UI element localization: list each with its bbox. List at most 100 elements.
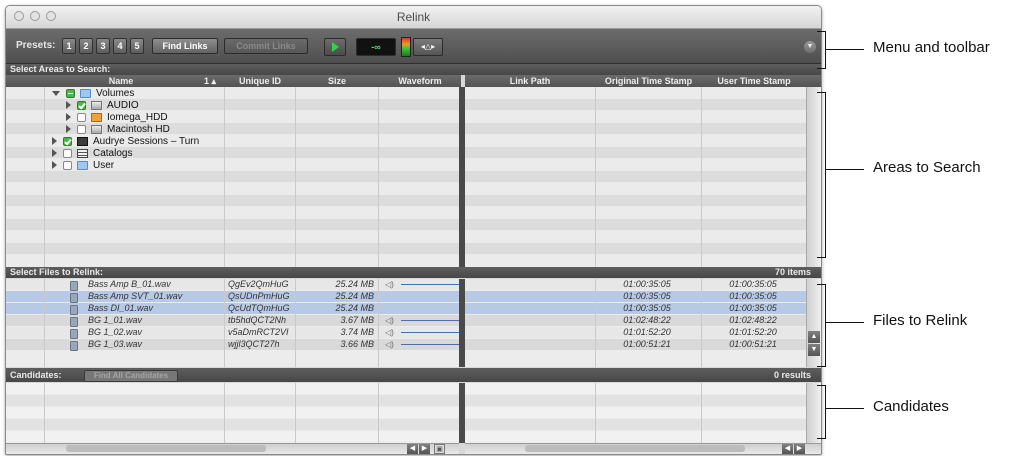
left-horizontal-scrollbar[interactable]: ◀ ▶ ▣ — [6, 443, 459, 454]
file-user-time-stamp: 01:00:35:05 — [729, 279, 777, 289]
link-path-column-header[interactable]: Link Path — [465, 75, 595, 87]
disclosure-triangle-icon[interactable] — [52, 137, 57, 146]
folder-icon — [80, 88, 91, 98]
audio-file-icon — [70, 281, 78, 291]
waveform-column-header[interactable]: Waveform — [379, 75, 461, 87]
file-unique-id: QsUDnPmHuG — [228, 291, 290, 301]
name-column-header[interactable]: Name — [46, 75, 196, 87]
original-time-stamp-column-header[interactable]: Original Time Stamp — [596, 75, 701, 87]
scroll-thumb[interactable] — [525, 445, 745, 452]
disclosure-triangle-icon[interactable] — [52, 149, 57, 158]
find-links-button[interactable]: Find Links — [152, 38, 218, 54]
hard-drive-icon — [91, 112, 102, 122]
files-header-label: Select Files to Relink: — [10, 267, 104, 277]
tree-item-audrye-sessions[interactable]: Audrye Sessions – Turn — [52, 136, 222, 147]
tree-item-user[interactable]: User — [52, 160, 114, 171]
file-size: 3.67 MB — [340, 315, 374, 325]
file-unique-id: wjjl3QCT27h — [228, 339, 280, 349]
audio-file-icon — [70, 317, 78, 327]
preview-volume-display[interactable]: -∞ — [356, 38, 396, 56]
preview-play-button[interactable] — [324, 38, 346, 56]
checkbox[interactable] — [77, 100, 86, 110]
tree-item-volumes[interactable]: Volumes — [52, 88, 134, 99]
size-column-header[interactable]: Size — [296, 75, 378, 87]
checkbox[interactable] — [77, 112, 86, 122]
callout-files-to-relink: Files to Relink — [873, 312, 968, 329]
session-icon — [77, 136, 88, 146]
areas-grid: Volumes AUDIO Iomega_HDD Macintosh HD Au… — [6, 87, 821, 267]
preset-button-1[interactable]: 1 — [62, 38, 76, 54]
files-count: 70 items — [774, 267, 811, 277]
tree-item-catalogs[interactable]: Catalogs — [52, 148, 132, 159]
checkbox[interactable] — [63, 136, 72, 146]
callout-candidates: Candidates — [873, 398, 949, 415]
scroll-right-icon[interactable]: ▶ — [794, 444, 805, 454]
disclosure-triangle-icon[interactable] — [52, 90, 60, 96]
play-icon — [332, 42, 339, 52]
file-size: 3.66 MB — [340, 339, 374, 349]
checkbox[interactable] — [66, 88, 75, 98]
tree-item-label: Audrye Sessions – Turn — [93, 136, 200, 147]
disclosure-triangle-icon[interactable] — [52, 161, 57, 170]
checkbox[interactable] — [77, 124, 86, 134]
unique-id-column-header[interactable]: Unique ID — [225, 75, 295, 87]
catalog-icon — [77, 148, 88, 158]
scroll-right-icon[interactable]: ▶ — [419, 444, 430, 454]
right-column-header: Link Path Original Time Stamp User Time … — [465, 75, 821, 87]
waveform-preview[interactable]: ◁) — [381, 279, 459, 290]
column-toggle-icon[interactable]: ▣ — [434, 444, 445, 454]
file-unique-id: tb5hdQCT2Nh — [228, 315, 287, 325]
waveform-line — [401, 344, 459, 345]
nudge-control[interactable]: ◂△▸ — [413, 38, 443, 56]
tree-item-label: Catalogs — [93, 148, 133, 159]
scroll-thumb[interactable] — [66, 445, 266, 452]
waveform-line — [401, 332, 459, 333]
speaker-icon[interactable]: ◁) — [385, 328, 394, 337]
toolbar: Presets: 1 2 3 4 5 Find Links Commit Lin… — [6, 29, 821, 64]
options-menu-icon[interactable]: ▼ — [804, 41, 816, 53]
waveform-preview[interactable]: ◁) — [381, 315, 459, 326]
level-meter — [401, 37, 411, 57]
disclosure-triangle-icon[interactable] — [66, 113, 71, 122]
tree-item-macintosh-hd[interactable]: Macintosh HD — [66, 124, 170, 135]
relink-window: Relink Presets: 1 2 3 4 5 Find Links Com… — [5, 5, 822, 455]
speaker-icon[interactable]: ◁) — [385, 340, 394, 349]
speaker-icon[interactable]: ◁) — [385, 280, 394, 289]
file-unique-id: v5aDmRCT2VI — [228, 327, 289, 337]
file-original-time-stamp: 01:02:48:22 — [623, 315, 671, 325]
areas-section-header: Select Areas to Search: — [6, 64, 821, 75]
waveform-preview[interactable]: ◁) — [381, 339, 459, 350]
file-user-time-stamp: 01:00:51:21 — [729, 339, 777, 349]
presets-label: Presets: — [16, 40, 56, 51]
find-all-candidates-button[interactable]: Find All Candidates — [84, 370, 178, 382]
user-time-stamp-column-header[interactable]: User Time Stamp — [702, 75, 806, 87]
file-unique-id: QgEv2QmHuG — [228, 279, 289, 289]
commit-links-button[interactable]: Commit Links — [224, 38, 308, 54]
checkbox[interactable] — [63, 148, 72, 158]
preset-button-2[interactable]: 2 — [79, 38, 93, 54]
disclosure-triangle-icon[interactable] — [66, 101, 71, 110]
tree-item-label: AUDIO — [107, 100, 139, 111]
preset-button-4[interactable]: 4 — [113, 38, 127, 54]
scroll-left-icon[interactable]: ◀ — [407, 444, 418, 454]
disk-icon — [91, 100, 102, 110]
disclosure-triangle-icon[interactable] — [66, 125, 71, 134]
file-user-time-stamp: 01:00:35:05 — [729, 303, 777, 313]
file-size: 3.74 MB — [340, 327, 374, 337]
scroll-left-icon[interactable]: ◀ — [782, 444, 793, 454]
audio-file-icon — [70, 341, 78, 351]
file-original-time-stamp: 01:00:51:21 — [623, 339, 671, 349]
preset-button-5[interactable]: 5 — [130, 38, 144, 54]
sort-indicator[interactable]: 1 ▴ — [196, 75, 224, 87]
tree-item-label: Iomega_HDD — [107, 112, 168, 123]
tree-item-audio[interactable]: AUDIO — [66, 100, 139, 111]
waveform-preview[interactable]: ◁) — [381, 327, 459, 338]
speaker-icon[interactable]: ◁) — [385, 316, 394, 325]
tree-item-iomega-hdd[interactable]: Iomega_HDD — [66, 112, 168, 123]
callout-areas-to-search: Areas to Search — [873, 159, 981, 176]
tree-item-label: Volumes — [96, 88, 135, 99]
right-horizontal-scrollbar[interactable]: ◀ ▶ — [465, 443, 821, 454]
file-original-time-stamp: 01:00:35:05 — [623, 291, 671, 301]
preset-button-3[interactable]: 3 — [96, 38, 110, 54]
checkbox[interactable] — [63, 160, 72, 170]
